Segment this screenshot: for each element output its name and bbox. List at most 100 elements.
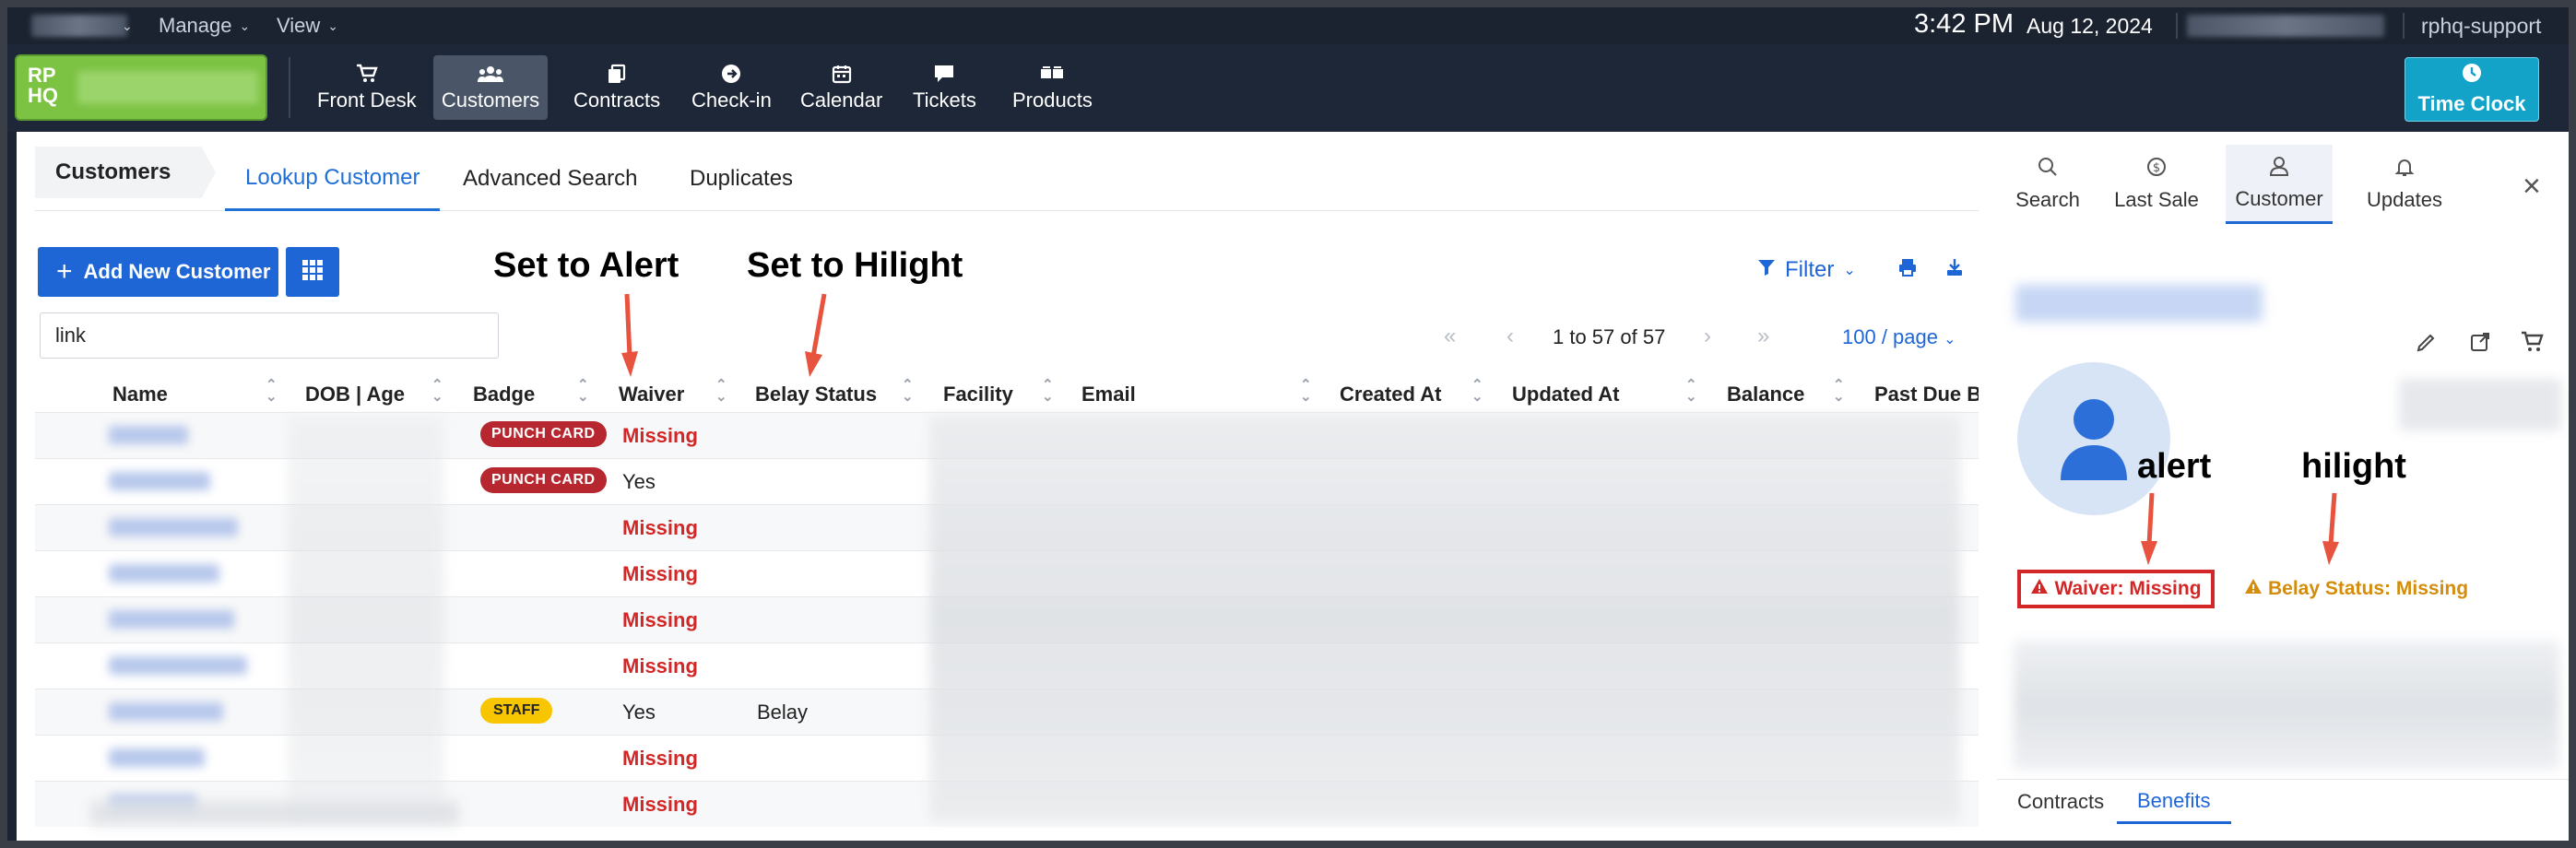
clock-icon xyxy=(2462,63,2482,88)
tab-lookup-customer[interactable]: Lookup Customer xyxy=(225,147,441,211)
sort-icon[interactable]: ⌃ ⌄ xyxy=(577,378,589,404)
chevron-down-icon: ⌄ xyxy=(327,18,339,33)
per-page-select[interactable]: 100 / page ⌄ xyxy=(1842,325,1956,349)
panel-tab-customer[interactable]: Customer xyxy=(2226,145,2333,224)
nav-contracts[interactable]: Contracts xyxy=(564,55,669,120)
contracts-icon xyxy=(607,63,627,85)
pagination-range: 1 to 57 of 57 xyxy=(1553,325,1666,348)
close-icon[interactable]: × xyxy=(2523,169,2541,205)
column-header-name[interactable]: Name xyxy=(112,383,168,406)
top-bar: ⌄ Manage ⌄ View ⌄ 3:42 PM Aug 12, 2024 r… xyxy=(7,7,2569,44)
panel-tab-benefits[interactable]: Benefits xyxy=(2117,780,2231,824)
sort-icon[interactable]: ⌃ ⌄ xyxy=(1471,378,1483,404)
next-page-icon[interactable]: › xyxy=(1704,324,1711,349)
user-menu[interactable]: rphq-support xyxy=(2421,14,2541,39)
nav-customers[interactable]: Customers xyxy=(433,55,548,120)
column-header-belay-status[interactable]: Belay Status xyxy=(755,383,877,406)
column-header-balance[interactable]: Balance xyxy=(1727,383,1804,406)
waiver-cell: Missing xyxy=(622,608,698,631)
waiver-cell: Missing xyxy=(622,747,698,770)
column-header-past-due[interactable]: Past Due Bala xyxy=(1874,383,1979,406)
badge-punch-card: PUNCH CARD xyxy=(480,467,607,493)
redacted-name[interactable] xyxy=(109,426,188,444)
redacted-name[interactable] xyxy=(109,472,210,490)
chevron-down-icon: ⌄ xyxy=(1843,263,1856,278)
redacted-name[interactable] xyxy=(109,518,238,536)
last-page-icon[interactable]: » xyxy=(1757,324,1769,349)
redacted-name[interactable] xyxy=(109,656,247,675)
filter-button[interactable]: Filter ⌄ xyxy=(1757,257,1856,283)
sort-icon[interactable]: ⌃ ⌄ xyxy=(1042,378,1054,404)
calendar-icon xyxy=(832,63,852,85)
add-new-customer-button[interactable]: + Add New Customer xyxy=(38,247,278,297)
first-page-icon[interactable]: « xyxy=(1444,324,1456,349)
tab-duplicates[interactable]: Duplicates xyxy=(669,147,813,211)
download-icon[interactable] xyxy=(1945,257,1964,283)
panel-tab-contracts[interactable]: Contracts xyxy=(1997,780,2124,824)
sort-icon[interactable]: ⌃ ⌄ xyxy=(1300,378,1312,404)
tab-advanced-search[interactable]: Advanced Search xyxy=(443,147,657,211)
nav-tickets[interactable]: Tickets xyxy=(904,55,986,120)
customer-side-panel: Search $ Last Sale Customer Updates × al… xyxy=(1997,132,2569,841)
nav-label: Front Desk xyxy=(317,88,417,112)
column-header-updated-at[interactable]: Updated At xyxy=(1512,383,1620,406)
nav-front-desk[interactable]: Front Desk xyxy=(308,55,426,120)
prev-page-icon[interactable]: ‹ xyxy=(1507,324,1514,349)
redacted-customer-info xyxy=(2399,379,2561,430)
redacted-name[interactable] xyxy=(109,748,205,767)
redacted-dob-column xyxy=(288,416,444,821)
table-header: Name ⌃ ⌄ DOB | Age ⌃ ⌄ Badge ⌃ ⌄ Waiver ⌃ ⌄ … xyxy=(35,378,1979,412)
sort-icon[interactable]: ⌃ ⌄ xyxy=(715,378,727,404)
nav-label: Contracts xyxy=(573,88,661,112)
sort-icon[interactable]: ⌃ ⌄ xyxy=(431,378,443,404)
print-icon[interactable] xyxy=(1897,257,1918,283)
chat-icon xyxy=(933,63,955,85)
time-clock-button[interactable]: Time Clock xyxy=(2405,57,2539,122)
nav-check-in[interactable]: Check-in xyxy=(682,55,781,120)
badge-staff: STAFF xyxy=(480,698,553,724)
column-header-facility[interactable]: Facility xyxy=(943,383,1013,406)
edit-icon[interactable] xyxy=(2416,331,2438,358)
column-header-email[interactable]: Email xyxy=(1081,383,1136,406)
cart-icon[interactable] xyxy=(2521,331,2545,358)
per-page-label: 100 / page xyxy=(1842,325,1938,348)
belay-status-hilight: Belay Status: Missing xyxy=(2244,578,2468,600)
column-header-waiver[interactable]: Waiver xyxy=(619,383,684,406)
annotation-arrow-alert xyxy=(621,293,638,377)
redacted-name[interactable] xyxy=(109,564,219,583)
sort-icon[interactable]: ⌃ ⌄ xyxy=(266,378,278,404)
nav-products[interactable]: Products xyxy=(1003,55,1102,120)
view-menu[interactable]: View ⌄ xyxy=(277,14,338,38)
customer-search-input[interactable] xyxy=(40,312,499,359)
panel-tab-search[interactable]: Search xyxy=(2006,145,2089,224)
sort-icon[interactable]: ⌃ ⌄ xyxy=(1685,378,1697,404)
waiver-cell: Missing xyxy=(622,793,698,816)
waiver-cell: Missing xyxy=(622,654,698,677)
annotation-arrow-hilight xyxy=(2322,492,2339,565)
panel-tab-label: Last Sale xyxy=(2114,188,2199,211)
external-link-icon[interactable] xyxy=(2469,331,2491,358)
sort-icon[interactable]: ⌃ ⌄ xyxy=(1833,378,1845,404)
annotation-set-to-alert: Set to Alert xyxy=(493,246,679,285)
app-logo[interactable]: RP HQ xyxy=(15,54,267,121)
sort-icon[interactable]: ⌃ ⌄ xyxy=(902,378,914,404)
panel-tab-last-sale[interactable]: $ Last Sale xyxy=(2106,145,2207,224)
lookup-tabs: Customers Lookup Customer Advanced Searc… xyxy=(35,147,1979,211)
redacted-name[interactable] xyxy=(109,610,234,629)
chevron-down-icon[interactable]: ⌄ xyxy=(122,18,133,34)
column-header-created-at[interactable]: Created At xyxy=(1340,383,1441,406)
column-header-badge[interactable]: Badge xyxy=(473,383,535,406)
redacted-details-columns xyxy=(929,416,1960,821)
manage-menu[interactable]: Manage ⌄ xyxy=(159,14,250,38)
redacted-name[interactable] xyxy=(109,702,223,721)
redacted-location xyxy=(2187,15,2384,37)
warning-icon xyxy=(2030,578,2049,600)
annotation-alert: alert xyxy=(2137,447,2212,486)
column-header-dob[interactable]: DOB | Age xyxy=(305,383,405,406)
grid-view-button[interactable] xyxy=(286,247,339,297)
funnel-icon xyxy=(1757,257,1776,283)
nav-calendar[interactable]: Calendar xyxy=(791,55,892,120)
nav-label: Products xyxy=(1012,88,1093,112)
panel-tab-updates[interactable]: Updates xyxy=(2347,145,2462,224)
breadcrumb[interactable]: Customers xyxy=(35,147,216,198)
